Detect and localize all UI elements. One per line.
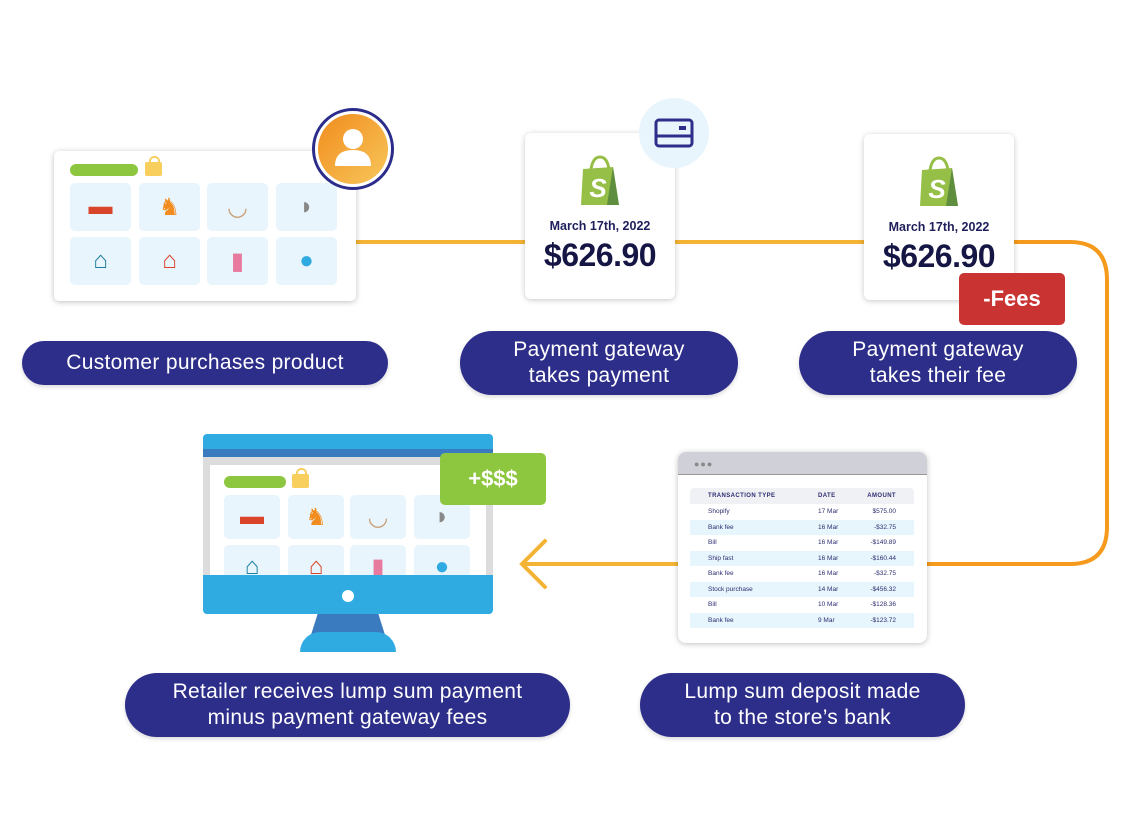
product-water-bottle: ▮ [207,237,268,285]
cell-type: Bill [708,539,717,547]
table-row: Bank fee 16 Mar -$32.75 [690,519,914,535]
cell-date: 16 Mar [818,539,839,547]
step-label-text: Customer purchases product [66,351,344,374]
column-header: TRANSACTION TYPE [708,493,776,499]
step-label-line2: takes their fee [869,364,1007,387]
product-dog-house: ⌂ [288,545,344,575]
column-header: DATE [818,493,836,499]
svg-text:S: S [589,173,607,203]
cell-type: Shopify [708,508,730,516]
store-title-bar [70,164,138,176]
cell-date: 16 Mar [818,523,839,531]
step-label-customer: Customer purchases product [22,341,388,385]
step-label-line1: Retailer receives lump sum payment [172,680,523,703]
step-label-retailer: Retailer receives lump sum payment minus… [125,673,570,737]
cell-type: Bill [708,601,717,609]
product-water-bottle: ▮ [350,545,406,575]
cell-amount: -$32.75 [873,523,896,531]
bank-statement-window: ●●● TRANSACTION TYPE DATE AMOUNT Shopify… [678,452,927,643]
step-label-line1: Payment gateway [852,338,1024,361]
step-label-line2: minus payment gateway fees [207,706,488,729]
table-row: Bill 16 Mar -$149.89 [690,535,914,551]
user-avatar-icon [312,108,394,190]
payment-amount: $626.90 [543,237,657,273]
shopping-bag-icon [292,468,309,488]
table-row: Ship fast 16 Mar -$160.44 [690,550,914,566]
step-label-deposit: Lump sum deposit made to the store’s ban… [640,673,965,737]
monitor-stand [300,632,396,652]
product-dog-house: ⌂ [139,237,200,285]
cell-date: 17 Mar [818,508,839,516]
table-row: Bank fee 9 Mar -$123.72 [690,612,914,628]
cell-date: 14 Mar [818,585,839,593]
payment-amount: $626.90 [882,238,996,274]
column-header: AMOUNT [867,493,896,499]
step-label-gateway: Payment gateway takes payment [460,331,738,395]
step-label-fee: Payment gateway takes their fee [799,331,1077,395]
table-row: Shopify 17 Mar $575.00 [690,504,914,520]
table-header: TRANSACTION TYPE DATE AMOUNT [690,488,914,504]
window-dots-icon: ●●● [694,459,714,469]
product-cuckoo-clock: ⌂ [224,545,280,575]
table-row: Stock purchase 14 Mar -$456.32 [690,581,914,597]
cell-amount: $575.00 [872,508,897,516]
svg-text:S: S [928,174,946,204]
step-label-line2: to the store’s bank [714,706,891,729]
payment-date: March 17th, 2022 [888,220,990,234]
step-label-line1: Lump sum deposit made [684,680,921,703]
product-dog-collar: ▬ [224,495,280,539]
cell-type: Ship fast [708,554,734,562]
shopify-bag-icon: S [920,156,958,206]
transactions-table: TRANSACTION TYPE DATE AMOUNT Shopify 17 M… [690,488,914,628]
cell-type: Stock purchase [708,585,753,593]
product-pet-bowl: ◡ [207,183,268,231]
cell-amount: -$123.72 [870,616,896,624]
cell-amount: -$160.44 [870,554,896,562]
cell-type: Bank fee [708,570,734,578]
product-watch: ● [414,545,470,575]
cell-date: 9 Mar [818,616,835,624]
cell-date: 16 Mar [818,554,839,562]
window-titlebar: ●●● [678,452,927,475]
cell-amount: -$149.89 [870,539,896,547]
product-watch: ● [276,237,337,285]
cell-amount: -$456.32 [870,585,896,593]
product-cuckoo-clock: ⌂ [70,237,131,285]
step-label-line1: Payment gateway [513,338,685,361]
store-title-bar [224,476,286,488]
product-pet-bowl: ◡ [350,495,406,539]
cell-date: 10 Mar [818,601,839,609]
gain-badge: +$$$ [440,453,546,505]
product-dog-collar: ▬ [70,183,131,231]
product-rocking-horse: ♞ [288,495,344,539]
cell-date: 16 Mar [818,570,839,578]
product-rocking-horse: ♞ [139,183,200,231]
cell-type: Bank fee [708,523,734,531]
shopify-bag-icon: S [581,155,619,205]
fees-badge: -Fees [959,273,1065,325]
cell-amount: -$32.75 [873,570,896,578]
online-store-card: ▬ ♞ ◡ ◗ ⌂ ⌂ ▮ ● [54,151,356,301]
step-label-line2: takes payment [528,364,670,387]
cell-type: Bank fee [708,616,734,624]
table-row: Bank fee 16 Mar -$32.75 [690,566,914,582]
shopping-bag-icon [145,156,162,176]
cell-amount: -$128.36 [870,601,896,609]
payment-date: March 17th, 2022 [549,219,651,233]
table-row: Bill 10 Mar -$128.36 [690,597,914,613]
credit-card-icon [639,98,709,168]
monitor-power-dot [342,590,354,602]
product-cap: ◗ [276,183,337,231]
